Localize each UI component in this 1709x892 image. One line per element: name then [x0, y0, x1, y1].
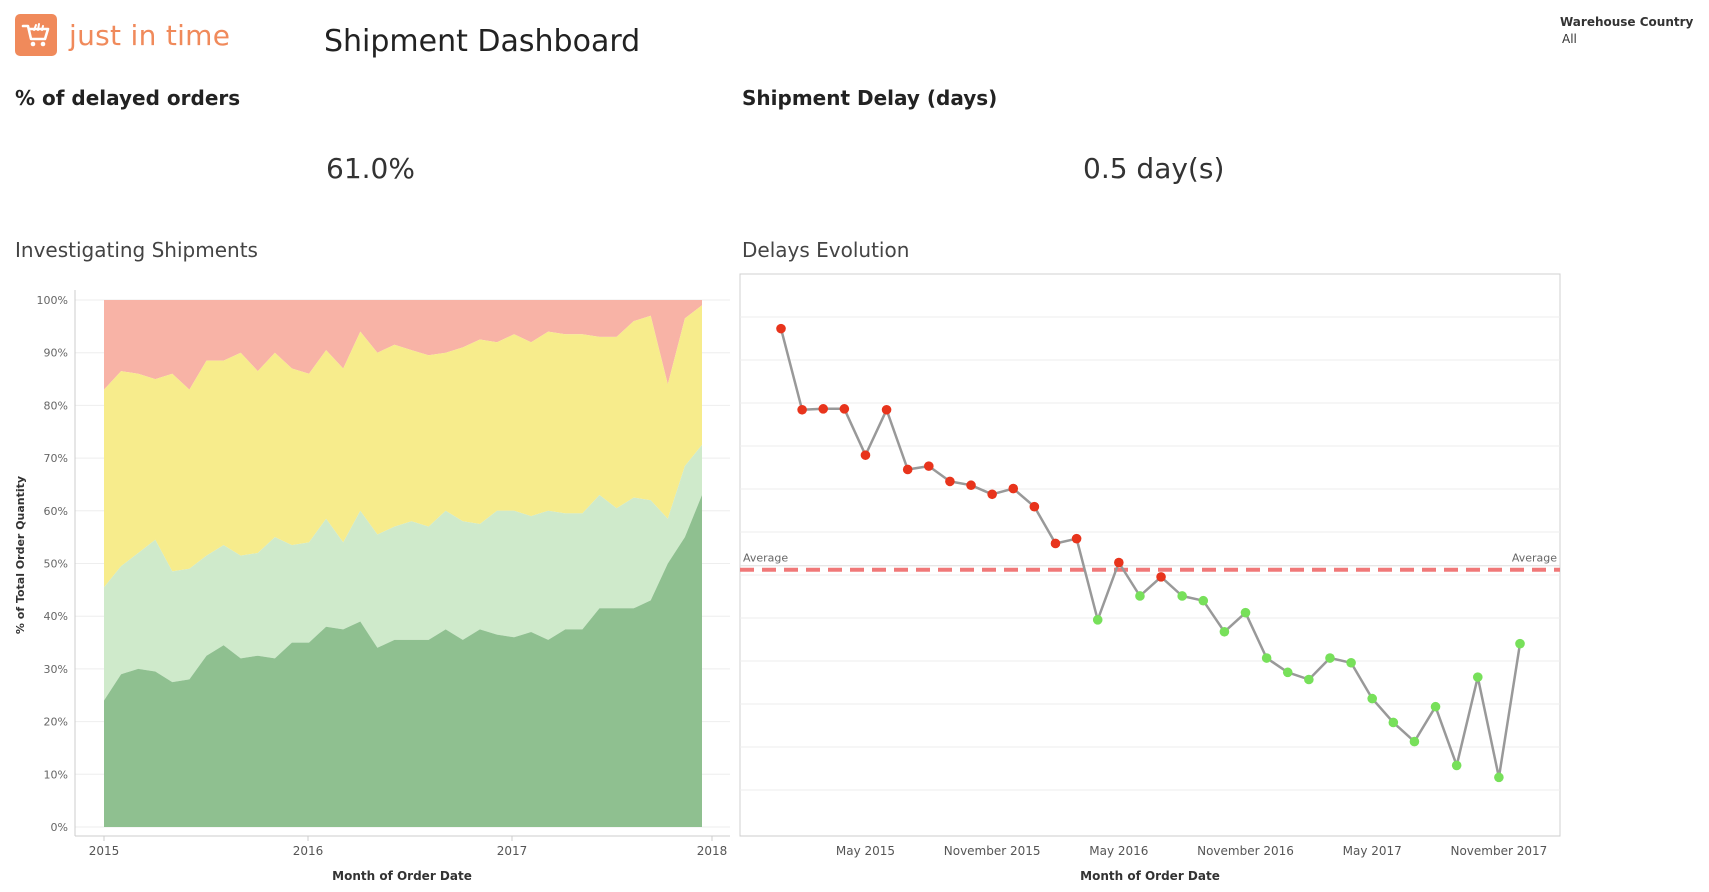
y-tick-label: 70%: [44, 452, 68, 465]
data-point: [818, 404, 829, 414]
delayed-orders-title: % of delayed orders: [15, 86, 241, 110]
x-tick-label: November 2016: [1197, 844, 1294, 858]
data-point: [1177, 591, 1187, 601]
data-point: [1008, 483, 1019, 494]
data-point: [1451, 760, 1462, 771]
filter-label: Warehouse Country: [1560, 15, 1694, 29]
data-point: [1071, 533, 1082, 544]
delays-evolution-chart[interactable]: Average Average May 2015 November 2015 May 2…: [736, 270, 1566, 892]
x-tick-label: November 2015: [944, 844, 1041, 858]
investigating-shipments-title: Investigating Shipments: [15, 238, 258, 262]
data-point: [1367, 693, 1377, 704]
data-point: [1409, 736, 1420, 747]
data-point: [1050, 538, 1061, 549]
x-axis-title: Month of Order Date: [332, 869, 472, 883]
warehouse-country-filter[interactable]: Warehouse Country All: [1560, 15, 1693, 46]
y-tick-label: 0%: [51, 821, 68, 834]
data-point: [987, 489, 997, 500]
data-point: [1430, 701, 1441, 712]
x-tick-label: November 2017: [1450, 844, 1547, 858]
cart-icon: [15, 14, 57, 56]
y-tick-label: 40%: [44, 610, 68, 623]
data-point: [1304, 674, 1314, 685]
data-point: [1325, 653, 1335, 663]
delays-evolution-title: Delays Evolution: [742, 238, 910, 262]
investigating-shipments-chart[interactable]: 0% 10% 20% 30% 40% 50% 60% 70% 80% 90% 100% 2015 201…: [0, 270, 735, 892]
y-tick-label: 80%: [44, 399, 68, 412]
y-tick-label: 20%: [44, 716, 68, 729]
data-point: [839, 404, 850, 414]
delay-series-line: [779, 328, 1522, 779]
delayed-orders-value: 61.0%: [326, 152, 415, 185]
x-tick-label: May 2017: [1343, 844, 1402, 858]
data-point: [1092, 615, 1103, 625]
y-axis-title: % of Total Order Quantity: [14, 476, 27, 634]
data-point: [1240, 607, 1251, 618]
filter-value[interactable]: All: [1562, 32, 1693, 46]
data-point: [1388, 717, 1399, 728]
x-tick-label: 2015: [89, 844, 120, 858]
shipment-delay-title: Shipment Delay (days): [742, 86, 998, 110]
average-label-left: Average: [743, 552, 788, 565]
data-point: [1114, 557, 1124, 568]
data-point: [881, 404, 892, 415]
y-tick-label: 90%: [44, 347, 68, 360]
data-point: [860, 450, 871, 460]
data-point: [1515, 638, 1525, 649]
brand-logo: just in time: [15, 14, 230, 56]
data-point: [945, 476, 955, 487]
x-tick-label: May 2015: [836, 844, 895, 858]
y-tick-label: 30%: [44, 663, 68, 676]
data-point: [966, 480, 976, 491]
data-point: [1198, 595, 1209, 606]
data-point: [1346, 657, 1356, 668]
x-tick-label: 2018: [697, 844, 728, 858]
average-label-right: Average: [1512, 552, 1557, 565]
data-point: [1494, 772, 1504, 783]
data-point: [1472, 672, 1483, 682]
data-point: [924, 461, 934, 471]
data-point: [1282, 667, 1293, 678]
data-point: [1219, 626, 1230, 637]
data-point: [776, 323, 786, 334]
y-tick-label: 10%: [44, 768, 68, 781]
x-tick-label: May 2016: [1089, 844, 1148, 858]
y-tick-label: 60%: [44, 505, 68, 518]
data-point: [1261, 653, 1272, 663]
data-point: [1156, 572, 1166, 582]
shipment-delay-value: 0.5 day(s): [1083, 152, 1225, 185]
data-point: [1029, 501, 1040, 512]
x-tick-label: 2016: [293, 844, 324, 858]
data-point: [1135, 591, 1145, 601]
y-tick-label: 100%: [37, 294, 68, 307]
dashboard-title: Shipment Dashboard: [324, 24, 641, 59]
y-tick-label: 50%: [44, 558, 68, 571]
data-point: [902, 464, 913, 475]
plot-frame: [739, 273, 1561, 837]
x-tick-label: 2017: [497, 844, 528, 858]
x-axis-title: Month of Order Date: [1080, 869, 1220, 883]
logo-text: just in time: [69, 18, 231, 52]
data-point: [797, 404, 807, 415]
